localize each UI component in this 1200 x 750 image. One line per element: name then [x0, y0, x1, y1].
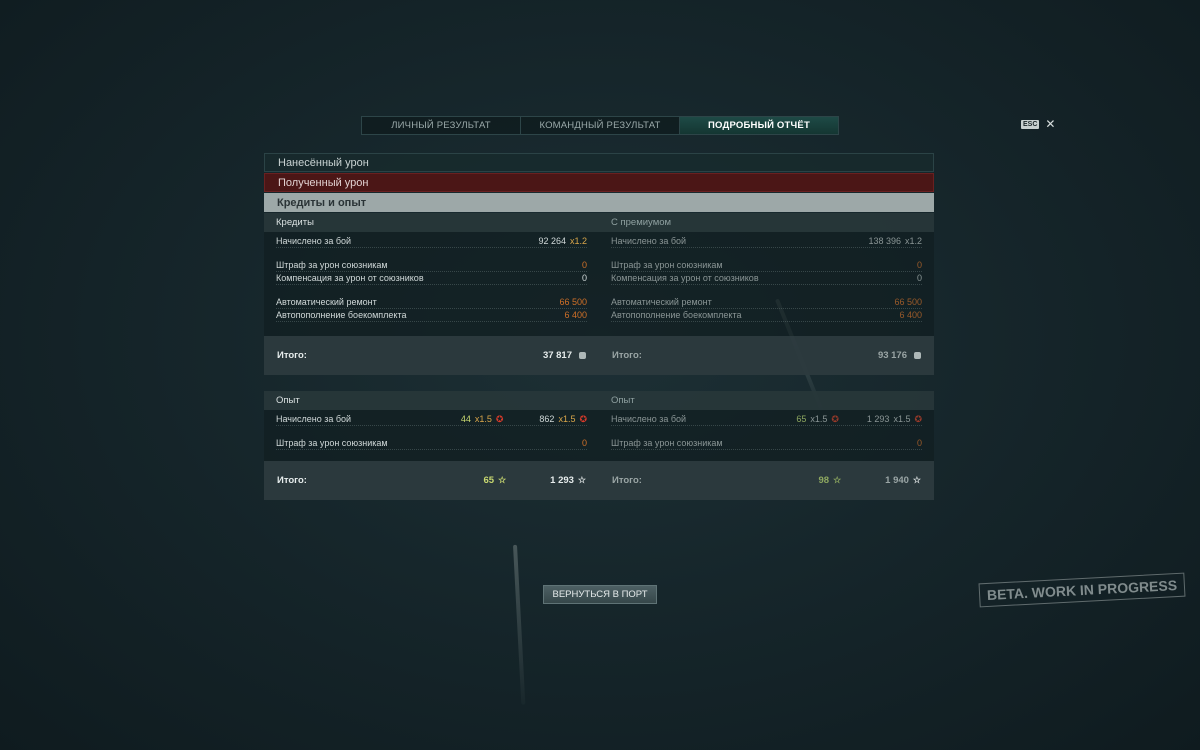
tab-detailed-report[interactable]: ПОДРОБНЫЙ ОТЧЁТ [680, 117, 838, 134]
credits-premium-compensation-value: 0 [916, 273, 922, 283]
xp-earned-ship: 44 [460, 414, 471, 424]
credits-total-value: 37 817 [542, 350, 572, 361]
credits-penalty-value: 0 [581, 260, 587, 270]
credits-premium-repair-row: Автоматический ремонт 66 500 [611, 296, 922, 309]
section-damage-dealt[interactable]: Нанесённый урон [264, 153, 934, 172]
row-label: Автоматический ремонт [276, 297, 377, 307]
credits-premium-compensation-row: Компенсация за урон от союзников 0 [611, 272, 922, 285]
xp-total: Итого: 65 ☆ 1 293 ☆ [264, 461, 599, 500]
row-label: Начислено за бой [276, 236, 352, 246]
xp-premium-total-ship: 98 [818, 475, 830, 486]
credits-repair-value: 66 500 [559, 297, 587, 307]
xp-premium-total-value: 1 940 [885, 475, 909, 486]
xp-premium-earned-total: 1 293 [866, 414, 890, 424]
xp-total-value: 1 293 [550, 475, 574, 486]
beta-stamp: BETA. WORK IN PROGRESS [978, 572, 1186, 608]
xp-premium-body: Начислено за бой 65 x1.5 ✪ 1 293 x1.5 ✪ … [599, 410, 934, 461]
section-damage-received[interactable]: Полученный урон [264, 173, 934, 192]
close-icon[interactable]: ✕ [1045, 118, 1055, 130]
credits-compensation-value: 0 [581, 273, 587, 283]
xp-bonus-icon: ✪ [914, 413, 922, 424]
xp-body: Начислено за бой 44 x1.5 ✪ 862 x1.5 ✪ Шт… [264, 410, 599, 461]
credits-earned-row: Начислено за бой 92 264 x1.2 [276, 235, 587, 248]
xp-bonus-icon: ✪ [495, 413, 504, 424]
row-label: Штраф за урон союзникам [276, 260, 388, 270]
row-label: Штраф за урон союзникам [276, 438, 388, 448]
xp-panel: Опыт Начислено за бой 44 x1.5 ✪ 862 x1.5… [264, 391, 599, 500]
credit-icon [579, 352, 586, 359]
xp-premium-earned-ship-mult: x1.5 [810, 414, 828, 424]
credit-icon [914, 352, 921, 359]
xp-earned-total-mult: x1.5 [558, 414, 576, 424]
total-label: Итого: [612, 475, 642, 486]
xp-total-ship: 65 [483, 475, 495, 486]
xp-premium-header: Опыт [599, 391, 934, 410]
credits-body: Начислено за бой 92 264 x1.2 Штраф за уро… [264, 232, 599, 336]
xp-penalty-value: 0 [581, 438, 587, 448]
star-icon: ☆ [912, 475, 921, 485]
xp-premium-earned-total-mult: x1.5 [893, 414, 911, 424]
total-label: Итого: [612, 350, 642, 361]
credits-earned-value: 92 264 [538, 236, 566, 246]
tab-personal-result[interactable]: ЛИЧНЫЙ РЕЗУЛЬТАТ [362, 117, 521, 134]
credits-panel: Кредиты Начислено за бой 92 264 x1.2 Штра… [264, 213, 599, 375]
esc-close[interactable]: ESC ✕ [1021, 118, 1055, 130]
row-label: Автопополнение боекомплекта [611, 310, 742, 320]
credits-compensation-row: Компенсация за урон от союзников 0 [276, 272, 587, 285]
row-label: Компенсация за урон от союзников [276, 273, 424, 283]
xp-premium-earned-row: Начислено за бой 65 x1.5 ✪ 1 293 x1.5 ✪ [611, 413, 922, 426]
xp-bonus-icon: ✪ [579, 413, 587, 424]
xp-bonus-icon: ✪ [831, 413, 839, 424]
credits-resupply-value: 6 400 [564, 310, 587, 320]
credits-premium-panel: С премиумом Начислено за бой 138 396 x1.2… [599, 213, 934, 375]
ship-wake [513, 544, 526, 705]
tab-team-result[interactable]: КОМАНДНЫЙ РЕЗУЛЬТАТ [521, 117, 680, 134]
credits-premium-resupply-row: Автопополнение боекомплекта 6 400 [611, 309, 922, 322]
credits-premium-earned-mult: x1.2 [904, 236, 922, 246]
credits-resupply-row: Автопополнение боекомплекта 6 400 [276, 309, 587, 322]
xp-penalty-row: Штраф за урон союзникам 0 [276, 437, 587, 450]
total-label: Итого: [277, 350, 307, 361]
star-icon: ☆ [833, 475, 842, 485]
credits-earned-mult: x1.2 [569, 236, 587, 246]
credits-premium-earned-value: 138 396 [868, 236, 901, 246]
row-label: Штраф за урон союзникам [611, 260, 723, 270]
credits-premium-earned-row: Начислено за бой 138 396 x1.2 [611, 235, 922, 248]
xp-premium-earned-ship: 65 [796, 414, 807, 424]
credits-repair-row: Автоматический ремонт 66 500 [276, 296, 587, 309]
row-label: Начислено за бой [611, 414, 687, 424]
row-label: Автопополнение боекомплекта [276, 310, 407, 320]
total-label: Итого: [277, 475, 307, 486]
xp-earned-ship-mult: x1.5 [474, 414, 492, 424]
credits-header: Кредиты [264, 213, 599, 232]
esc-key-icon: ESC [1021, 119, 1040, 129]
credits-premium-resupply-value: 6 400 [899, 310, 922, 320]
star-icon: ☆ [498, 475, 507, 485]
row-label: Начислено за бой [611, 236, 687, 246]
xp-premium-total: Итого: 98 ☆ 1 940 ☆ [599, 461, 934, 500]
credits-premium-penalty-row: Штраф за урон союзникам 0 [611, 259, 922, 272]
report-tabs: ЛИЧНЫЙ РЕЗУЛЬТАТ КОМАНДНЫЙ РЕЗУЛЬТАТ ПОД… [361, 116, 839, 135]
credits-premium-penalty-value: 0 [916, 260, 922, 270]
credits-premium-body: Начислено за бой 138 396 x1.2 Штраф за ур… [599, 232, 934, 336]
return-to-port-button[interactable]: ВЕРНУТЬСЯ В ПОРТ [543, 585, 657, 604]
credits-total: Итого: 37 817 [264, 336, 599, 375]
xp-earned-total: 862 [539, 414, 555, 424]
credits-premium-total: Итого: 93 176 [599, 336, 934, 375]
credits-penalty-row: Штраф за урон союзникам 0 [276, 259, 587, 272]
xp-earned-row: Начислено за бой 44 x1.5 ✪ 862 x1.5 ✪ [276, 413, 587, 426]
section-credits-xp[interactable]: Кредиты и опыт [264, 193, 934, 212]
row-label: Автоматический ремонт [611, 297, 712, 307]
row-label: Компенсация за урон от союзников [611, 273, 759, 283]
credits-premium-repair-value: 66 500 [894, 297, 922, 307]
credits-premium-header: С премиумом [599, 213, 934, 232]
credits-premium-total-value: 93 176 [877, 350, 907, 361]
xp-header: Опыт [264, 391, 599, 410]
star-icon: ☆ [577, 475, 586, 485]
row-label: Штраф за урон союзникам [611, 438, 723, 448]
xp-premium-penalty-row: Штраф за урон союзникам 0 [611, 437, 922, 450]
xp-premium-panel: Опыт Начислено за бой 65 x1.5 ✪ 1 293 x1… [599, 391, 934, 500]
xp-premium-penalty-value: 0 [916, 438, 922, 448]
row-label: Начислено за бой [276, 414, 352, 424]
